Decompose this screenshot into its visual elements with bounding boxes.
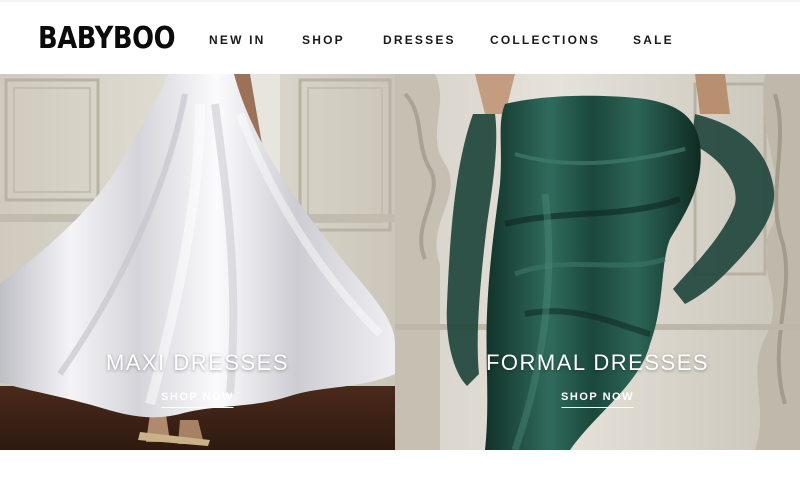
page-spacer xyxy=(0,450,800,500)
maxi-dresses-tile[interactable]: MAXI DRESSES SHOP NOW xyxy=(0,74,395,450)
hero-banner: MAXI DRESSES SHOP NOW FORMAL DRESSES SHO… xyxy=(0,74,800,450)
brand-logo[interactable]: BABYBOO xyxy=(38,21,176,57)
nav-item-collections[interactable]: COLLECTIONS xyxy=(490,33,600,47)
formal-dresses-shop-now-link[interactable]: SHOP NOW xyxy=(561,391,634,408)
formal-dresses-title: FORMAL DRESSES xyxy=(485,350,710,375)
formal-dresses-tile[interactable]: FORMAL DRESSES SHOP NOW xyxy=(395,74,800,450)
nav-item-sale[interactable]: SALE xyxy=(633,33,674,47)
maxi-dresses-title: MAXI DRESSES xyxy=(105,350,290,375)
site-header: BABYBOO NEW IN SHOP DRESSES COLLECTIONS … xyxy=(0,0,800,74)
nav-item-new-in[interactable]: NEW IN xyxy=(209,33,266,47)
maxi-dresses-shop-now-link[interactable]: SHOP NOW xyxy=(161,391,234,408)
nav-item-dresses[interactable]: DRESSES xyxy=(383,33,456,47)
nav-item-shop[interactable]: SHOP xyxy=(302,33,345,47)
